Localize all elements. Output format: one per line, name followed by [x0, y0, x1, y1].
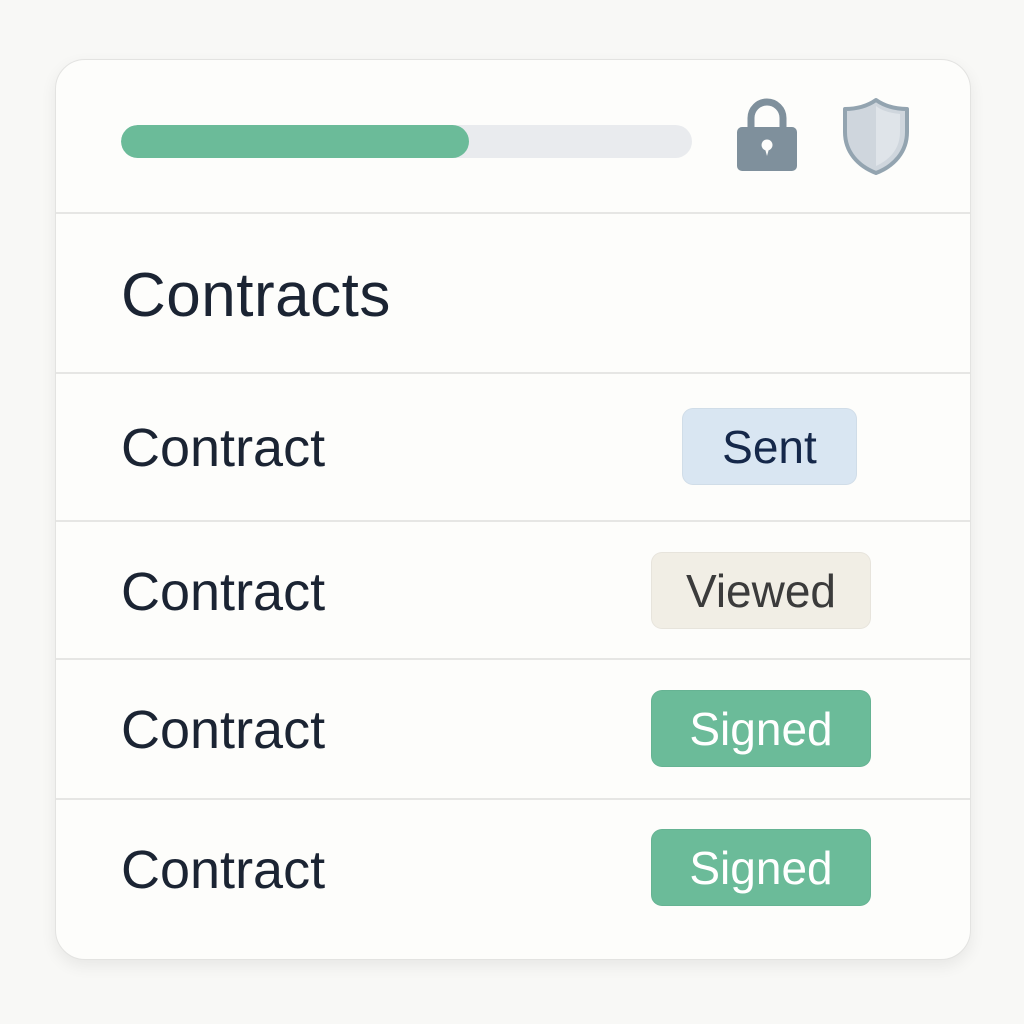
shield-icon[interactable] — [841, 96, 911, 176]
status-badge: Signed — [651, 690, 871, 767]
contract-label: Contract — [121, 840, 326, 900]
status-badge: Signed — [651, 829, 871, 906]
contract-row[interactable]: Contract Signed — [56, 800, 970, 959]
lock-icon[interactable] — [736, 96, 798, 172]
contract-row[interactable]: Contract Sent — [56, 374, 970, 522]
progress-fill — [121, 125, 470, 158]
progress-bar — [121, 125, 692, 158]
contract-row[interactable]: Contract Signed — [56, 660, 970, 800]
contract-label: Contract — [121, 562, 326, 622]
contract-label: Contract — [121, 418, 326, 478]
contract-row[interactable]: Contract Viewed — [56, 522, 970, 660]
status-badge: Sent — [682, 408, 857, 485]
status-badge: Viewed — [651, 552, 871, 629]
top-bar — [56, 60, 970, 214]
title-section: Contracts — [56, 214, 970, 374]
page-title: Contracts — [121, 261, 391, 330]
contract-label: Contract — [121, 700, 326, 760]
contracts-card: Contracts Contract Sent Contract Viewed … — [55, 59, 971, 960]
